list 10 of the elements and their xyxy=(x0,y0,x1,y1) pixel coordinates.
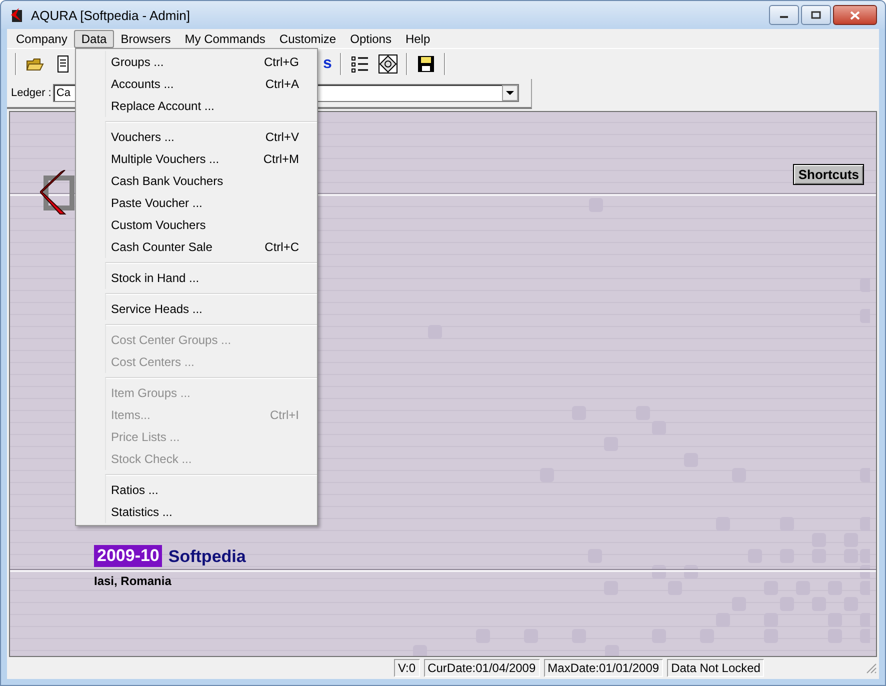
ledger-label: Ledger : xyxy=(11,87,52,99)
status-panel: Data Not Locked xyxy=(667,659,764,677)
window-title: AQURA [Softpedia - Admin] xyxy=(31,8,191,22)
toolbar-text: s xyxy=(323,55,332,73)
year-label: 2009-10 xyxy=(94,545,162,567)
location-text: Iasi, Romania xyxy=(94,574,172,588)
company-name: Softpedia xyxy=(168,547,246,567)
status-panel: MaxDate:01/01/2009 xyxy=(544,659,664,677)
status-panel: V:0 xyxy=(394,659,420,677)
status-panel: CurDate:01/04/2009 xyxy=(424,659,540,677)
